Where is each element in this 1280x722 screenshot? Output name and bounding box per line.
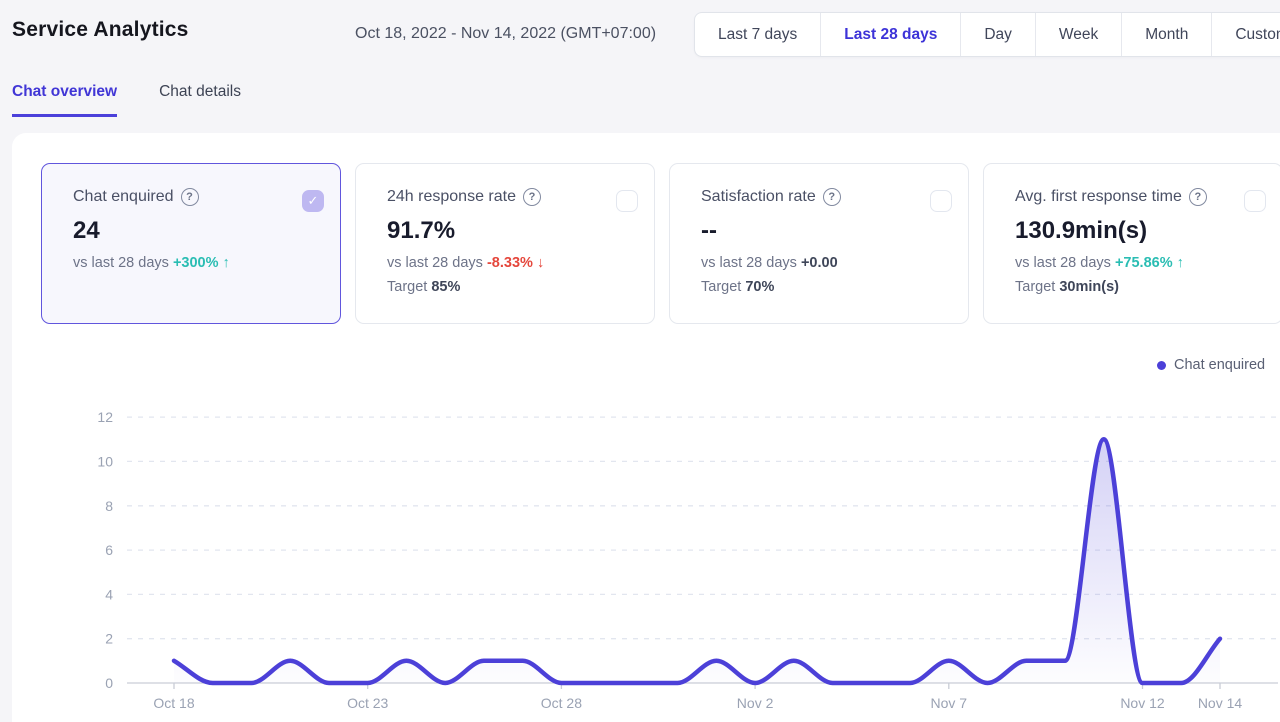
target-value: 30min(s) (1059, 279, 1119, 295)
range-button-month[interactable]: Month (1121, 13, 1211, 56)
svg-text:12: 12 (97, 409, 113, 425)
legend-label: Chat enquired (1174, 357, 1265, 373)
metric-card-24h-response-rate[interactable]: 24h response rate ? 91.7% vs last 28 day… (355, 163, 655, 324)
card-title: 24h response rate (387, 188, 516, 206)
content-panel: Chat enquired ? ✓ 24 vs last 28 days +30… (12, 133, 1280, 722)
help-icon[interactable]: ? (823, 188, 841, 206)
help-icon[interactable]: ? (181, 188, 199, 206)
target-label: Target (1015, 279, 1055, 295)
target-value: 85% (431, 279, 460, 295)
range-button-week[interactable]: Week (1035, 13, 1121, 56)
comparison-label: vs last 28 days (387, 255, 483, 271)
card-target: Target 85% (387, 279, 638, 295)
svg-text:2: 2 (105, 631, 113, 647)
metric-card-avg-first-response-time[interactable]: Avg. first response time ? 130.9min(s) v… (983, 163, 1280, 324)
svg-text:Oct 23: Oct 23 (347, 695, 388, 711)
metric-card-chat-enquired[interactable]: Chat enquired ? ✓ 24 vs last 28 days +30… (41, 163, 341, 324)
range-button-last-28-days[interactable]: Last 28 days (820, 13, 960, 56)
card-title: Chat enquired (73, 188, 174, 206)
range-button-last-7-days[interactable]: Last 7 days (695, 13, 820, 56)
comparison-label: vs last 28 days (1015, 255, 1111, 271)
card-value: -- (701, 217, 952, 245)
up-arrow-icon: ↑ (1177, 255, 1184, 271)
card-comparison: vs last 28 days +75.86% ↑ (1015, 255, 1266, 271)
card-comparison: vs last 28 days +300% ↑ (73, 255, 324, 271)
svg-text:8: 8 (105, 498, 113, 514)
target-label: Target (701, 279, 741, 295)
card-comparison: vs last 28 days -8.33% ↓ (387, 255, 638, 271)
page-title: Service Analytics (12, 18, 189, 42)
legend-dot-icon (1157, 361, 1166, 370)
tab-chat-overview[interactable]: Chat overview (12, 83, 117, 117)
tab-chat-details[interactable]: Chat details (159, 83, 241, 117)
svg-text:10: 10 (97, 453, 113, 469)
card-checkbox[interactable] (1244, 190, 1266, 212)
card-comparison: vs last 28 days +0.00 (701, 255, 952, 271)
metric-card-satisfaction-rate[interactable]: Satisfaction rate ? -- vs last 28 days +… (669, 163, 969, 324)
date-range-button-group: Last 7 days Last 28 days Day Week Month … (694, 12, 1280, 57)
svg-text:Nov 7: Nov 7 (931, 695, 968, 711)
target-label: Target (387, 279, 427, 295)
comparison-delta: +0.00 (801, 255, 838, 271)
chart-legend[interactable]: Chat enquired (1157, 357, 1265, 373)
comparison-delta: +300% ↑ (173, 255, 230, 271)
range-button-custom[interactable]: Custom (1211, 13, 1280, 56)
help-icon[interactable]: ? (1189, 188, 1207, 206)
comparison-label: vs last 28 days (701, 255, 797, 271)
svg-text:6: 6 (105, 542, 113, 558)
card-target: Target 30min(s) (1015, 279, 1266, 295)
card-title: Satisfaction rate (701, 188, 816, 206)
card-value: 24 (73, 217, 324, 245)
card-title: Avg. first response time (1015, 188, 1182, 206)
comparison-delta: -8.33% ↓ (487, 255, 544, 271)
help-icon[interactable]: ? (523, 188, 541, 206)
svg-text:Nov 2: Nov 2 (737, 695, 774, 711)
comparison-delta: +75.86% ↑ (1115, 255, 1184, 271)
card-target: Target 70% (701, 279, 952, 295)
metric-cards: Chat enquired ? ✓ 24 vs last 28 days +30… (41, 163, 1280, 324)
tab-bar: Chat overview Chat details (12, 83, 241, 117)
svg-text:0: 0 (105, 675, 113, 691)
svg-text:Nov 12: Nov 12 (1120, 695, 1165, 711)
svg-text:Nov 14: Nov 14 (1198, 695, 1243, 711)
chat-enquired-line-chart[interactable]: 0 2 4 6 8 10 12 Oct 18 Oct 23 Oct 28 Nov 2 Nov 7 Nov… (12, 400, 1280, 722)
date-range-label: Oct 18, 2022 - Nov 14, 2022 (GMT+07:00) (355, 25, 656, 43)
card-checkbox[interactable] (930, 190, 952, 212)
down-arrow-icon: ↓ (537, 255, 544, 271)
card-checkbox[interactable] (616, 190, 638, 212)
svg-text:Oct 18: Oct 18 (153, 695, 194, 711)
range-button-day[interactable]: Day (960, 13, 1035, 56)
svg-text:4: 4 (105, 586, 113, 602)
comparison-label: vs last 28 days (73, 255, 169, 271)
card-value: 130.9min(s) (1015, 217, 1266, 245)
card-checkbox[interactable]: ✓ (302, 190, 324, 212)
svg-text:Oct 28: Oct 28 (541, 695, 582, 711)
up-arrow-icon: ↑ (223, 255, 230, 271)
card-value: 91.7% (387, 217, 638, 245)
target-value: 70% (745, 279, 774, 295)
